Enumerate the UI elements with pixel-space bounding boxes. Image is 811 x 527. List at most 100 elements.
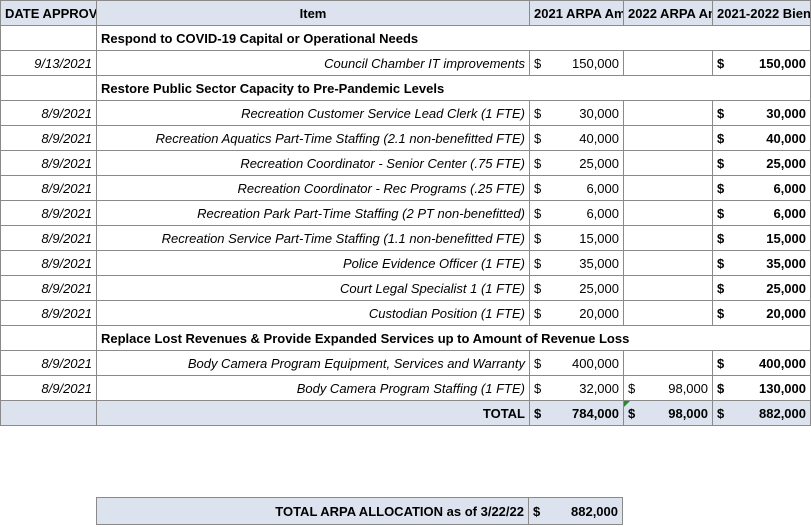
currency-sign: $ bbox=[534, 130, 542, 146]
amount-2021: $20,000 bbox=[529, 300, 624, 326]
header-2022-arpa: 2022 ARPA Amount bbox=[623, 0, 713, 26]
biennium-total-value: 130,000 bbox=[759, 380, 806, 396]
biennium-total: $150,000 bbox=[712, 50, 811, 76]
biennium-total-value: 25,000 bbox=[766, 155, 806, 171]
section-spacer bbox=[0, 325, 97, 351]
section-title: Replace Lost Revenues & Provide Expanded… bbox=[96, 325, 811, 351]
item-cell: Custodian Position (1 FTE) bbox=[96, 300, 530, 326]
amount-2022 bbox=[623, 200, 713, 226]
amount-2021: $25,000 bbox=[529, 275, 624, 301]
table-row: 8/9/2021 Recreation Park Part-Time Staffi… bbox=[0, 200, 811, 226]
table-row: 8/9/2021 Recreation Customer Service Lead… bbox=[0, 100, 811, 126]
total-row: TOTAL $784,000 $98,000 $882,000 bbox=[0, 400, 811, 426]
table-row: 8/9/2021 Recreation Aquatics Part-Time St… bbox=[0, 125, 811, 151]
biennium-total-value: 30,000 bbox=[766, 105, 806, 121]
date-cell: 8/9/2021 bbox=[0, 300, 97, 326]
amount-2021-value: 25,000 bbox=[579, 155, 619, 171]
allocation-amount: $882,000 bbox=[528, 497, 623, 525]
amount-2022 bbox=[623, 275, 713, 301]
amount-2022 bbox=[623, 150, 713, 176]
amount-2021-value: 35,000 bbox=[579, 255, 619, 271]
amount-2022-value: 98,000 bbox=[668, 380, 708, 396]
date-cell: 8/9/2021 bbox=[0, 250, 97, 276]
currency-sign: $ bbox=[534, 180, 542, 196]
biennium-total-value: 6,000 bbox=[773, 205, 806, 221]
item-cell: Recreation Coordinator - Rec Programs (.… bbox=[96, 175, 530, 201]
table-row: 8/9/2021 Recreation Service Part-Time Sta… bbox=[0, 225, 811, 251]
date-cell: 8/9/2021 bbox=[0, 375, 97, 401]
date-cell: 8/9/2021 bbox=[0, 275, 97, 301]
total-2021: $784,000 bbox=[529, 400, 624, 426]
amount-2021: $30,000 bbox=[529, 100, 624, 126]
currency-sign: $ bbox=[534, 280, 542, 296]
currency-sign: $ bbox=[717, 280, 725, 296]
biennium-total-value: 6,000 bbox=[773, 180, 806, 196]
biennium-total: $35,000 bbox=[712, 250, 811, 276]
date-cell: 8/9/2021 bbox=[0, 200, 97, 226]
biennium-total: $6,000 bbox=[712, 175, 811, 201]
biennium-total-value: 35,000 bbox=[766, 255, 806, 271]
table-row: 8/9/2021 Custodian Position (1 FTE) $20,00… bbox=[0, 300, 811, 326]
amount-2022 bbox=[623, 175, 713, 201]
allocation-table: TOTAL ARPA ALLOCATION as of 3/22/22 $882… bbox=[96, 497, 623, 525]
allocation-value: 882,000 bbox=[571, 503, 618, 519]
item-cell: Recreation Park Part-Time Staffing (2 PT… bbox=[96, 200, 530, 226]
amount-2021-value: 150,000 bbox=[572, 55, 619, 71]
amount-2022 bbox=[623, 50, 713, 76]
currency-sign: $ bbox=[717, 380, 725, 396]
currency-sign: $ bbox=[534, 230, 542, 246]
amount-2022 bbox=[623, 225, 713, 251]
total-biennium-value: 882,000 bbox=[759, 405, 806, 421]
table-row: 8/9/2021 Body Camera Program Staffing (1 … bbox=[0, 375, 811, 401]
biennium-total-value: 40,000 bbox=[766, 130, 806, 146]
table-row: 8/9/2021 Recreation Coordinator - Rec Pro… bbox=[0, 175, 811, 201]
amount-2021: $35,000 bbox=[529, 250, 624, 276]
currency-sign: $ bbox=[628, 380, 636, 396]
header-date: DATE APPROVED BY COUNCIL bbox=[0, 0, 97, 26]
currency-sign: $ bbox=[717, 205, 725, 221]
currency-sign: $ bbox=[717, 255, 725, 271]
amount-2021: $400,000 bbox=[529, 350, 624, 376]
amount-2021: $6,000 bbox=[529, 200, 624, 226]
biennium-total: $130,000 bbox=[712, 375, 811, 401]
date-cell: 8/9/2021 bbox=[0, 100, 97, 126]
currency-sign: $ bbox=[534, 155, 542, 171]
currency-sign: $ bbox=[717, 55, 725, 71]
date-cell: 8/9/2021 bbox=[0, 175, 97, 201]
currency-sign: $ bbox=[717, 130, 725, 146]
total-label: TOTAL bbox=[96, 400, 530, 426]
amount-2021: $6,000 bbox=[529, 175, 624, 201]
biennium-total: $20,000 bbox=[712, 300, 811, 326]
currency-sign: $ bbox=[717, 105, 725, 121]
section-row: Respond to COVID-19 Capital or Operation… bbox=[0, 25, 811, 51]
currency-sign: $ bbox=[534, 380, 542, 396]
item-cell: Court Legal Specialist 1 (1 FTE) bbox=[96, 275, 530, 301]
item-cell: Body Camera Program Staffing (1 FTE) bbox=[96, 375, 530, 401]
currency-sign: $ bbox=[534, 305, 542, 321]
currency-sign: $ bbox=[717, 355, 725, 371]
table-row: 8/9/2021 Court Legal Specialist 1 (1 FTE)… bbox=[0, 275, 811, 301]
item-cell: Recreation Service Part-Time Staffing (1… bbox=[96, 225, 530, 251]
amount-2021: $40,000 bbox=[529, 125, 624, 151]
currency-sign: $ bbox=[534, 405, 542, 421]
amount-2021-value: 20,000 bbox=[579, 305, 619, 321]
biennium-total: $6,000 bbox=[712, 200, 811, 226]
table-row: 9/13/2021 Council Chamber IT improvements… bbox=[0, 50, 811, 76]
biennium-total: $400,000 bbox=[712, 350, 811, 376]
total-2022: $98,000 bbox=[623, 400, 713, 426]
amount-2022 bbox=[623, 100, 713, 126]
allocation-label: TOTAL ARPA ALLOCATION as of 3/22/22 bbox=[96, 497, 529, 525]
currency-sign: $ bbox=[717, 180, 725, 196]
biennium-total: $40,000 bbox=[712, 125, 811, 151]
table-row: 8/9/2021 Recreation Coordinator - Senior … bbox=[0, 150, 811, 176]
amount-2021-value: 400,000 bbox=[572, 355, 619, 371]
section-row: Restore Public Sector Capacity to Pre-Pa… bbox=[0, 75, 811, 101]
item-cell: Body Camera Program Equipment, Services … bbox=[96, 350, 530, 376]
biennium-total: $15,000 bbox=[712, 225, 811, 251]
biennium-total-value: 20,000 bbox=[766, 305, 806, 321]
amount-2021-value: 40,000 bbox=[579, 130, 619, 146]
amount-2021-value: 6,000 bbox=[586, 180, 619, 196]
biennium-total-value: 15,000 bbox=[766, 230, 806, 246]
currency-sign: $ bbox=[533, 503, 541, 519]
total-2022-value: 98,000 bbox=[668, 405, 708, 421]
